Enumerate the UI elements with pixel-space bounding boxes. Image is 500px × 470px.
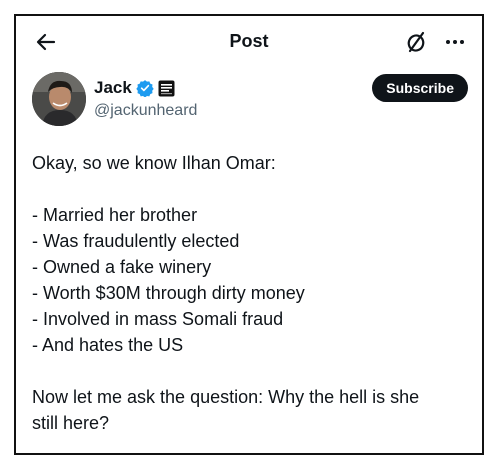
- grok-icon: [407, 31, 425, 53]
- post-line: - Owned a fake winery: [32, 257, 212, 277]
- verified-badge-icon: [136, 80, 154, 97]
- more-options-button[interactable]: [438, 28, 472, 56]
- top-bar: Post: [16, 16, 482, 68]
- author-row: Jack @jackunheard Subscribe: [32, 72, 468, 128]
- post-line: [32, 176, 468, 202]
- affiliate-badge-icon: [158, 80, 175, 96]
- post-line: Now let me ask the question: Why the hel…: [32, 387, 420, 407]
- grok-button[interactable]: [402, 28, 430, 56]
- post-line: - Married her brother: [32, 205, 198, 225]
- post-line: - Involved in mass Somali fraud: [32, 309, 284, 329]
- post-line: - And hates the US: [32, 335, 184, 355]
- post-line: still here?: [32, 413, 110, 433]
- user-handle[interactable]: @jackunheard: [94, 102, 197, 120]
- avatar[interactable]: [32, 72, 86, 126]
- post-text: Okay, so we know Ilhan Omar: - Married h…: [32, 150, 468, 436]
- post-line: - Worth $30M through dirty money: [32, 283, 305, 303]
- post-line: Okay, so we know Ilhan Omar:: [32, 153, 276, 173]
- ellipsis-icon: [446, 40, 464, 44]
- subscribe-button[interactable]: Subscribe: [372, 74, 468, 102]
- display-name[interactable]: Jack: [94, 78, 132, 98]
- post-line: - Was fraudulently elected: [32, 231, 240, 251]
- name-row: Jack: [94, 78, 175, 98]
- post-detail-frame: Post Jack @jackunheard Subscribe Okay, s…: [14, 14, 484, 455]
- avatar-photo: [32, 72, 86, 126]
- post-line: [32, 358, 468, 384]
